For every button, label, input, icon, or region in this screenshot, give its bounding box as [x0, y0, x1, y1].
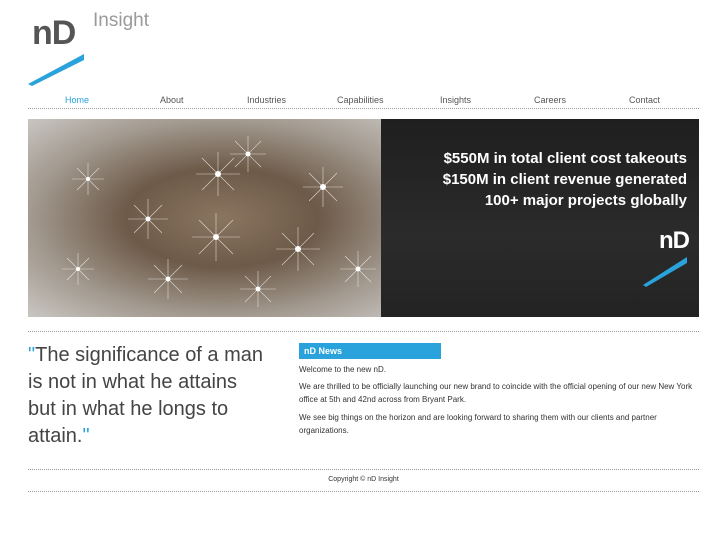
hero-logo-mark: nD — [659, 227, 690, 254]
content-divider — [28, 331, 699, 332]
news-paragraph: We are thrilled to be officially launchi… — [299, 382, 693, 404]
news-paragraph: We see big things on the horizon and are… — [299, 413, 657, 435]
logo-product-name: Insight — [93, 10, 149, 31]
quote-close-mark: " — [82, 425, 90, 447]
nav-item-insights[interactable]: Insights — [440, 95, 471, 105]
logo-swoosh-icon — [28, 54, 84, 86]
hero-stat-revenue: $150M in client revenue generated — [442, 171, 687, 188]
quote-text: The significance of a man is not in what… — [28, 344, 264, 447]
hero-stat-projects: 100+ major projects globally — [484, 192, 687, 209]
nav-item-careers[interactable]: Careers — [534, 95, 566, 105]
nav-item-about[interactable]: About — [160, 95, 184, 105]
footer-divider-bottom — [28, 491, 699, 492]
nav-item-industries[interactable]: Industries — [247, 95, 286, 105]
hero-photo-dandelion — [28, 119, 381, 317]
nav-item-contact[interactable]: Contact — [629, 95, 660, 105]
nav-item-home[interactable]: Home — [65, 95, 89, 105]
hero-stat-cost: $550M in total client cost takeouts — [443, 150, 687, 167]
main-nav: Home About Industries Capabilities Insig… — [28, 92, 699, 109]
copyright-text: Copyright © nD Insight — [328, 476, 399, 483]
hero-banner: $550M in total client cost takeouts $150… — [28, 119, 699, 317]
news-heading: nD News — [299, 343, 441, 359]
hero-logo: nD — [641, 227, 690, 287]
logo[interactable]: nD Insight — [28, 10, 158, 88]
featured-quote: "The significance of a man is not in wha… — [28, 342, 268, 450]
logo-mark: nD — [32, 14, 76, 52]
nav-item-capabilities[interactable]: Capabilities — [337, 95, 384, 105]
news-paragraph: Welcome to the new nD. — [299, 365, 387, 374]
hero-stats-panel: $550M in total client cost takeouts $150… — [381, 119, 699, 317]
footer-divider-top — [28, 469, 699, 470]
hero-logo-swoosh-icon — [643, 257, 687, 287]
